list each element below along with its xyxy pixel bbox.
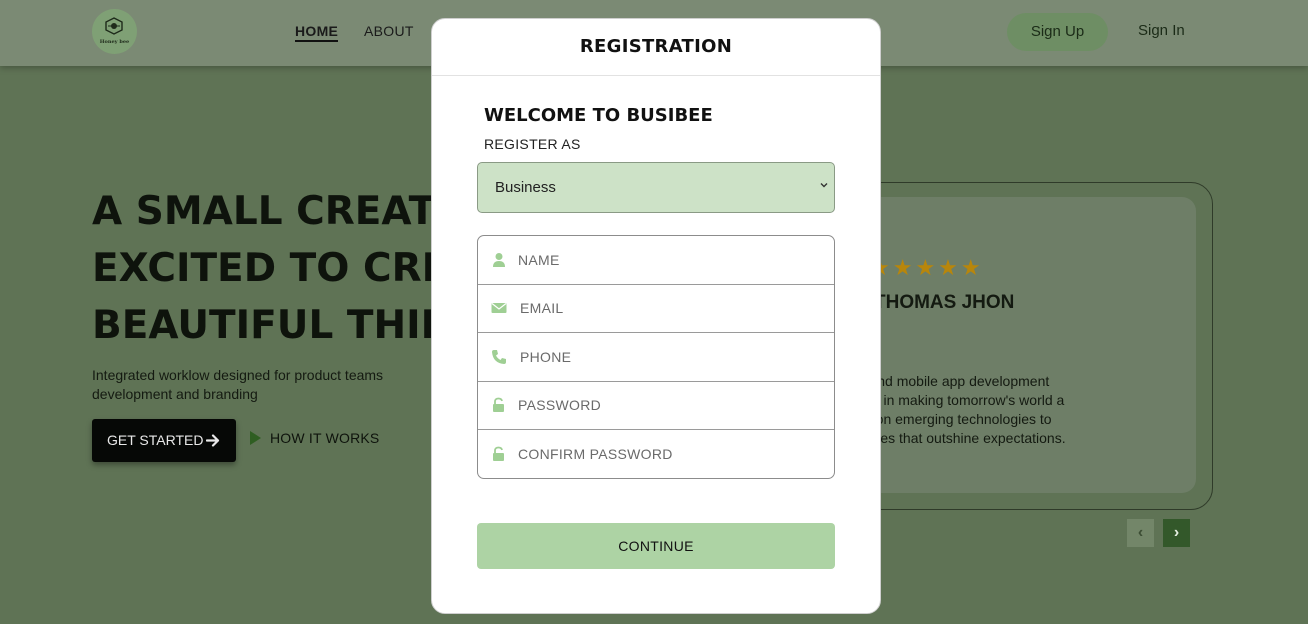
registration-fields	[477, 235, 835, 479]
password-input[interactable]	[518, 394, 818, 416]
testimonial-line: riences that outshine expectations.	[850, 430, 1066, 446]
sign-up-button[interactable]: Sign Up	[1007, 13, 1108, 51]
hero-subtitle-line: Integrated worklow designed for product …	[92, 367, 384, 383]
phone-icon	[492, 350, 506, 364]
testimonial-body: eb and mobile app development eves in ma…	[850, 372, 1150, 448]
phone-field-row	[478, 333, 834, 382]
register-as-select[interactable]: Business	[477, 162, 835, 213]
play-icon	[250, 431, 261, 445]
password-field-row	[478, 381, 834, 430]
logo[interactable]: Honey bee	[92, 9, 137, 54]
testimonial-line: eb and mobile app development	[850, 373, 1050, 389]
email-field-row	[478, 284, 834, 333]
logo-text: Honey bee	[99, 39, 130, 45]
lock-icon	[493, 397, 504, 412]
registration-modal: REGISTRATION WELCOME TO BUSIBEE REGISTER…	[431, 18, 881, 614]
email-input[interactable]	[520, 297, 820, 319]
hero-subtitle: Integrated worklow designed for product …	[92, 366, 452, 404]
name-field-row	[478, 236, 834, 285]
hero-subtitle-line: development and branding	[92, 386, 258, 402]
sign-in-link[interactable]: Sign In	[1138, 22, 1185, 39]
confirm-password-field-row	[478, 430, 834, 478]
testimonial-line: eves in making tomorrow's world a	[850, 392, 1065, 408]
nav-home-link[interactable]: HOME	[295, 23, 339, 42]
phone-input[interactable]	[520, 346, 820, 368]
how-it-works-label: HOW IT WORKS	[270, 430, 380, 446]
envelope-icon	[491, 303, 507, 313]
arrow-right-icon	[206, 434, 220, 447]
register-as-value: Business	[495, 179, 556, 196]
get-started-label: GET STARTED	[107, 432, 204, 448]
confirm-password-input[interactable]	[518, 443, 818, 465]
modal-title: REGISTRATION	[579, 36, 733, 57]
testimonial-name: THOMAS JHON	[874, 292, 1015, 313]
nav-about-link[interactable]: ABOUT	[364, 23, 414, 39]
user-icon	[493, 253, 505, 267]
how-it-works-link[interactable]: HOW IT WORKS	[250, 430, 379, 446]
name-input[interactable]	[518, 249, 818, 271]
continue-button[interactable]: CONTINUE	[477, 523, 835, 569]
star-rating: ★★★★★	[870, 255, 984, 280]
testimonial-line: cus on emerging technologies to	[850, 411, 1052, 427]
carousel-prev-button[interactable]: ‹	[1127, 519, 1154, 547]
lock-icon	[493, 446, 504, 461]
chevron-down-icon	[820, 183, 828, 188]
register-as-label: REGISTER AS	[484, 136, 581, 152]
testimonial-card	[845, 197, 1196, 493]
welcome-heading: WELCOME TO BUSIBEE	[484, 105, 713, 126]
bee-logo-icon	[105, 17, 123, 35]
carousel-next-button[interactable]: ›	[1163, 519, 1190, 547]
modal-header: REGISTRATION	[432, 19, 880, 76]
get-started-button[interactable]: GET STARTED	[92, 419, 236, 462]
